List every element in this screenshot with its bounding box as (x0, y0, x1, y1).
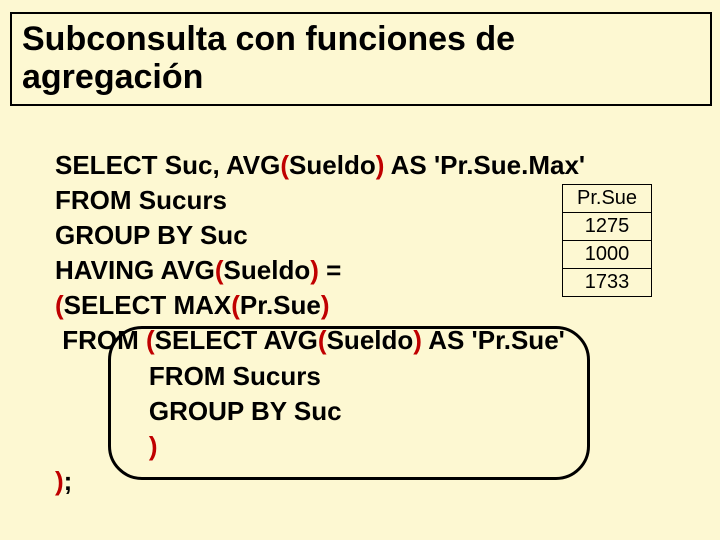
code-l5b: SELECT MAX (64, 290, 232, 320)
code-l6a: FROM (55, 325, 146, 355)
code-l6f-paren: ) (413, 325, 422, 355)
table-cell: 1275 (563, 213, 652, 241)
table-cell: 1733 (563, 269, 652, 297)
code-l4e: = (319, 255, 341, 285)
code-l10a-paren: ) (55, 466, 64, 496)
code-l3: GROUP BY Suc (55, 220, 248, 250)
code-l10b: ; (64, 466, 73, 496)
code-l6d-paren: ( (318, 325, 327, 355)
code-l4c: Sueldo (224, 255, 311, 285)
code-l5a-paren: ( (55, 290, 64, 320)
code-l9a (55, 431, 149, 461)
title-box: Subconsulta con funciones de agregación (10, 12, 712, 106)
code-l6c: SELECT AVG (155, 325, 318, 355)
code-l2: FROM Sucurs (55, 185, 227, 215)
table-header-cell: Pr.Sue (563, 185, 652, 213)
code-l6b-paren: ( (146, 325, 155, 355)
result-table: Pr.Sue 1275 1000 1733 (562, 184, 652, 297)
slide-title: Subconsulta con funciones de agregación (22, 20, 700, 96)
code-l1a: SELECT Suc, AVG (55, 150, 280, 180)
code-l4d-paren: ) (310, 255, 319, 285)
code-l5e-paren: ) (321, 290, 330, 320)
code-l5d: Pr.Sue (240, 290, 321, 320)
code-l8: GROUP BY Suc (55, 396, 342, 426)
code-l4a: HAVING AVG (55, 255, 215, 285)
code-l1b-paren: ( (280, 150, 289, 180)
code-l1c: Sueldo (289, 150, 376, 180)
table-header-row: Pr.Sue (563, 185, 652, 213)
code-l1e: AS 'Pr.Sue.Max' (384, 150, 585, 180)
code-l9b-paren: ) (149, 431, 158, 461)
code-l7: FROM Sucurs (55, 361, 321, 391)
code-l6g: AS 'Pr.Sue' (422, 325, 565, 355)
table-row: 1733 (563, 269, 652, 297)
table-cell: 1000 (563, 241, 652, 269)
table-row: 1275 (563, 213, 652, 241)
code-l6e: Sueldo (327, 325, 414, 355)
sql-code-block: SELECT Suc, AVG(Sueldo) AS 'Pr.Sue.Max' … (55, 148, 585, 499)
code-l5c-paren: ( (231, 290, 240, 320)
code-l4b-paren: ( (215, 255, 224, 285)
table-row: 1000 (563, 241, 652, 269)
